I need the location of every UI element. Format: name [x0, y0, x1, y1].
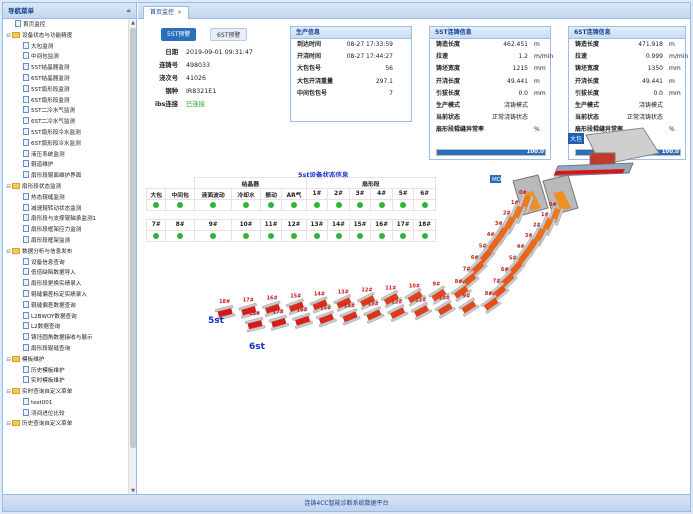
segment-label: 17#	[273, 309, 284, 315]
segment-label: 7#	[493, 279, 501, 285]
segment-label: 3#	[525, 233, 533, 239]
segment-label: 14#	[314, 291, 325, 297]
strand-6st-segment[interactable]	[244, 316, 266, 333]
segment-label: 16#	[267, 295, 278, 301]
segment-label: 13#	[338, 290, 349, 296]
caster-diagram: 大包MD0#1#2#3#4#5#6#7#8#9#10#11#12#13#14#1…	[208, 127, 660, 352]
segment-label: 9#	[463, 294, 471, 300]
segment-label: 4#	[487, 232, 495, 238]
strand-6st-segment[interactable]	[410, 301, 433, 321]
strand-6st-segment[interactable]	[386, 303, 409, 323]
strand-6st-segment[interactable]	[315, 310, 337, 328]
strand-5st-label: 5st	[208, 316, 225, 326]
segment-label: 14#	[344, 303, 355, 309]
segment-label: 13#	[368, 302, 379, 308]
segment-label: 1#	[511, 200, 519, 206]
strand-6st-label: 6st	[249, 342, 266, 352]
segment-label: 12#	[361, 288, 372, 294]
segment-label: 5#	[509, 255, 517, 261]
segment-label: 0#	[519, 190, 527, 196]
segment-label: 18#	[219, 299, 230, 305]
strand-6st-segment[interactable]	[458, 297, 480, 317]
strand-6st-segment[interactable]	[339, 308, 361, 326]
segment-label: 10#	[439, 296, 450, 302]
segment-label: 6#	[501, 267, 509, 273]
segment-label: 0#	[549, 202, 557, 208]
md-label: MD	[492, 177, 501, 183]
segment-label: 15#	[290, 293, 301, 299]
segment-label: 6#	[471, 255, 479, 261]
segment-label: 7#	[463, 267, 471, 273]
segment-label: 16#	[297, 307, 308, 313]
segment-label: 17#	[243, 297, 254, 303]
strand-6st-segment[interactable]	[292, 312, 314, 330]
segment-label: 5#	[479, 243, 487, 249]
segment-label: 2#	[533, 223, 541, 229]
segment-label: 12#	[391, 300, 402, 306]
footer: 连铸4CC智能诊断系统数据平台	[3, 494, 690, 511]
segment-label: 9#	[433, 282, 441, 288]
strand-6st-segment[interactable]	[363, 305, 385, 324]
segment-label: 15#	[320, 305, 331, 311]
segment-label: 8#	[455, 279, 463, 285]
segment-label: 18#	[249, 311, 260, 317]
segment-label: 10#	[409, 284, 420, 290]
segment-label: 11#	[385, 286, 396, 292]
segment-label: 2#	[503, 211, 511, 217]
ladle-label: 大包	[570, 135, 582, 143]
segment-label: 1#	[541, 212, 549, 218]
app-window: 导航菜单 « 首页监控 ⊟ 设备状态与功能精度 大包监测 中间包监测 5ST结晶器监测 6S…	[2, 2, 691, 512]
segment-label: 3#	[495, 221, 503, 227]
segment-label: 8#	[485, 291, 493, 297]
segment-label: 4#	[517, 244, 525, 250]
segment-label: 11#	[415, 298, 426, 304]
strand-6st-segment[interactable]	[268, 314, 290, 331]
